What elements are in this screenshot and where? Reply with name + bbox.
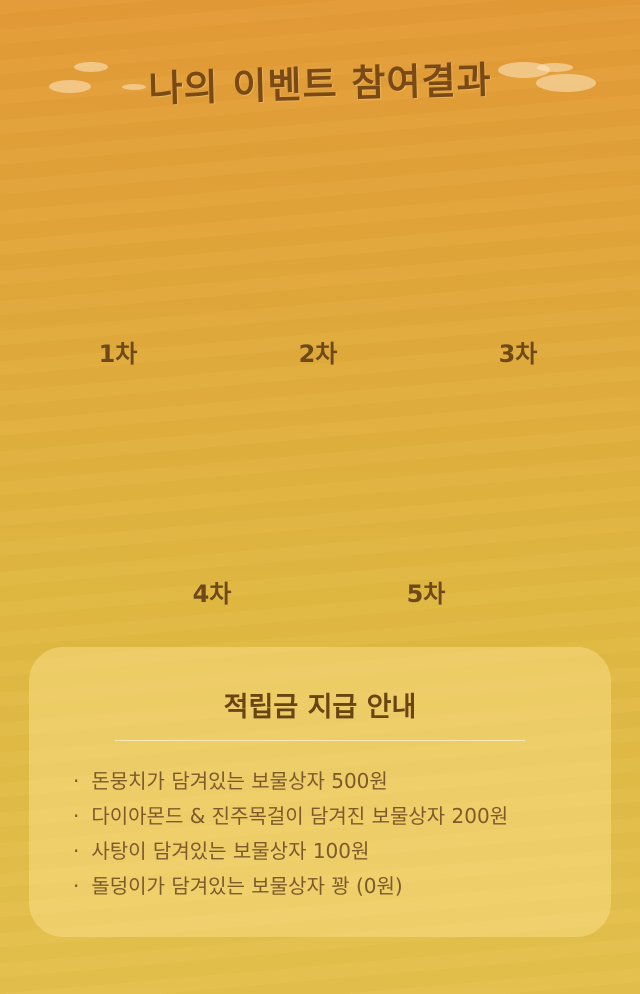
round-5-label: 5차 [406, 580, 446, 608]
list-item: · 다이아몬드 & 진주목걸이 담겨진 보물상자 200원 [73, 799, 508, 834]
list-item-text: 돌덩이가 담겨있는 보물상자 꽝 (0원) [91, 874, 403, 898]
list-item-text: 돈뭉치가 담겨있는 보물상자 500원 [91, 769, 388, 793]
bullet: · [73, 874, 80, 898]
round-2-label: 2차 [298, 340, 338, 368]
list-item: · 돈뭉치가 담겨있는 보물상자 500원 [73, 764, 508, 799]
reward-info-list: · 돈뭉치가 담겨있는 보물상자 500원 · 다이아몬드 & 진주목걸이 담겨… [73, 764, 508, 904]
list-item: · 사탕이 담겨있는 보물상자 100원 [73, 834, 508, 869]
bullet: · [73, 804, 80, 828]
reward-info-title: 적립금 지급 안내 [223, 692, 417, 723]
page-title: 나의 이벤트 참여결과 [148, 58, 493, 111]
list-item: · 돌덩이가 담겨있는 보물상자 꽝 (0원) [73, 869, 508, 904]
list-item-text: 다이아몬드 & 진주목걸이 담겨진 보물상자 200원 [91, 804, 509, 828]
bullet: · [73, 839, 80, 863]
bullet: · [73, 769, 80, 793]
round-3-label: 3차 [498, 340, 538, 368]
round-4-label: 4차 [192, 580, 232, 608]
round-1-label: 1차 [98, 340, 138, 368]
list-item-text: 사탕이 담겨있는 보물상자 100원 [91, 839, 370, 863]
reward-info-card: 적립금 지급 안내 · 돈뭉치가 담겨있는 보물상자 500원 · 다이아몬드 … [29, 647, 611, 937]
divider [115, 740, 525, 741]
